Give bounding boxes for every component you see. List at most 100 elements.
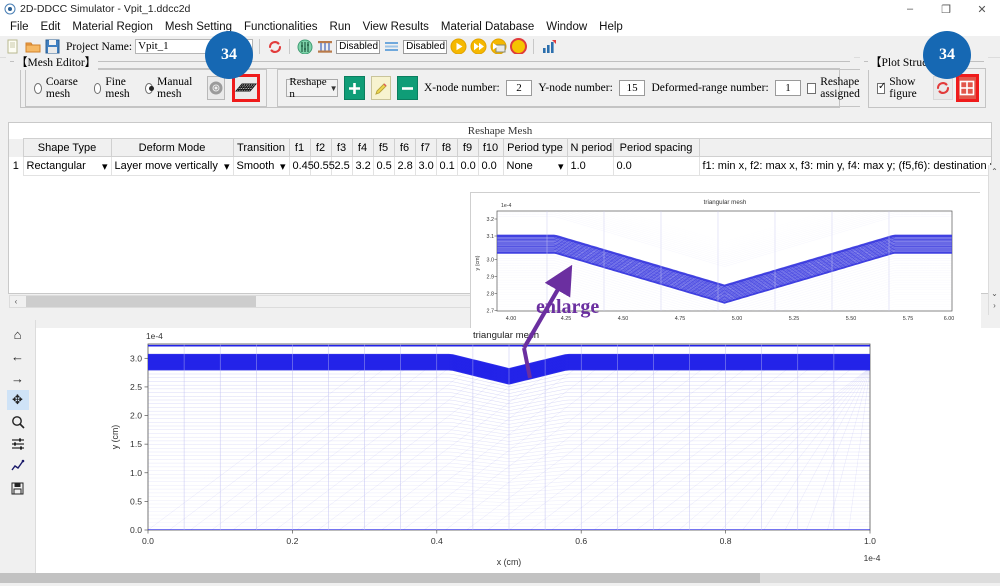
cell-f8[interactable]: 0.1 — [435, 156, 458, 176]
x-node-number-input[interactable]: 2 — [505, 80, 533, 96]
structure-icon[interactable] — [316, 38, 333, 55]
save-disk-icon[interactable] — [44, 38, 61, 55]
menu-item-functionalities[interactable]: Functionalities — [238, 20, 324, 34]
col-f6[interactable]: f6 — [393, 138, 416, 157]
forward-arrow-icon[interactable]: → — [7, 368, 29, 388]
new-file-icon[interactable] — [4, 38, 21, 55]
col-f5[interactable]: f5 — [372, 138, 395, 157]
run-icon[interactable] — [450, 38, 467, 55]
zoom-magnifier-icon[interactable] — [7, 412, 29, 432]
menu-item-material-database[interactable]: Material Database — [435, 20, 540, 34]
col-f2[interactable]: f2 — [309, 138, 332, 157]
col-f8[interactable]: f8 — [435, 138, 458, 157]
configure-subplots-icon[interactable] — [7, 434, 29, 454]
col-f10[interactable]: f10 — [477, 138, 504, 157]
plot-refresh-icon-button[interactable] — [933, 76, 953, 100]
col-deform-mode[interactable]: Deform Mode — [110, 138, 234, 157]
edit-axis-icon[interactable] — [7, 456, 29, 476]
stop-icon[interactable] — [510, 38, 528, 55]
show-figure-checkbox[interactable]: Show figure — [877, 76, 928, 100]
bar-chart-icon[interactable] — [540, 38, 557, 55]
menu-item-help[interactable]: Help — [593, 20, 629, 34]
menu-item-edit[interactable]: Edit — [35, 20, 67, 34]
mesh-tool-icon[interactable] — [296, 38, 313, 55]
window-bottom-scroll-thumb[interactable] — [0, 573, 760, 583]
col-shape-type[interactable]: Shape Type — [22, 138, 112, 157]
menu-item-file[interactable]: File — [4, 20, 35, 34]
col-f9[interactable]: f9 — [456, 138, 479, 157]
main-ytick: 0.0 — [130, 525, 142, 535]
cell-f2[interactable]: 0.55 — [309, 156, 335, 176]
cell-shape-type[interactable]: Rectangular ▾ — [22, 156, 112, 176]
remove-minus-icon-button[interactable] — [397, 76, 418, 100]
layers-status-field[interactable]: Disabled — [403, 39, 448, 54]
y-node-number-input[interactable]: 15 — [618, 80, 646, 96]
col-f3[interactable]: f3 — [330, 138, 353, 157]
cell-f5[interactable]: 0.5 — [372, 156, 395, 176]
run-fast-icon[interactable] — [470, 38, 487, 55]
col-period-type[interactable]: Period type — [502, 138, 568, 157]
menu-item-view-results[interactable]: View Results — [357, 20, 435, 34]
cell-f4[interactable]: 3.2 — [351, 156, 374, 176]
radio-coarse-mesh[interactable]: Coarse mesh — [34, 76, 85, 100]
col-transition[interactable]: Transition — [232, 138, 290, 157]
col-f4[interactable]: f4 — [351, 138, 374, 157]
minimize-button[interactable]: – — [892, 0, 928, 18]
mesh-grid-icon-button[interactable] — [232, 74, 261, 102]
cell-deform-mode[interactable]: Layer move vertically ▾ — [110, 156, 234, 176]
table-row[interactable]: 1 Rectangular ▾ Layer move vertically ▾ Sm… — [9, 156, 991, 176]
cell-n-period[interactable]: 1.0 — [566, 156, 614, 176]
main-ylabel: y (cm) — [110, 425, 120, 449]
scroll-left-icon[interactable]: ‹ — [10, 297, 22, 306]
reshape-mesh-table: Shape Type Deform Mode Transition f1 f2 … — [9, 138, 991, 176]
inset-plot-svg[interactable]: 2.7 2.8 2.9 3.0 3.1 3.2 4.00 4.25 4.50 4… — [471, 193, 981, 341]
col-period-spacing[interactable]: Period spacing — [612, 138, 700, 157]
edit-pencil-icon-button[interactable] — [370, 76, 392, 100]
radio-fine-mesh[interactable]: Fine mesh — [93, 76, 137, 100]
reshape-mode-select[interactable]: Reshape n ▼ — [286, 76, 339, 100]
inset-plot-title: triangular mesh — [704, 199, 747, 206]
close-button[interactable]: ✕ — [964, 0, 1000, 18]
scrollbar-thumb[interactable] — [26, 296, 256, 307]
table-header-row: Shape Type Deform Mode Transition f1 f2 … — [9, 138, 991, 157]
gear-icon-button[interactable] — [206, 76, 226, 100]
grid-view-icon-button[interactable] — [955, 74, 980, 102]
cell-f3[interactable]: 2.5 — [330, 156, 353, 176]
layers-icon[interactable] — [383, 38, 400, 55]
cell-f1[interactable]: 0.45 — [288, 156, 314, 176]
maximize-button[interactable]: ❐ — [928, 0, 964, 18]
main-plot-svg[interactable]: 0.0 0.5 1.0 1.5 2.0 2.5 3.0 0.0 0.2 0.4 0.6 0.8 1.0… — [36, 328, 1000, 583]
menu-item-run[interactable]: Run — [324, 20, 357, 34]
cell-f6[interactable]: 2.8 — [393, 156, 416, 176]
col-f1[interactable]: f1 — [288, 138, 311, 157]
cell-period-type[interactable]: None ▾ — [502, 156, 568, 176]
scroll-down-icon[interactable]: ⌄ — [989, 287, 1000, 299]
col-n-period[interactable]: N period — [566, 138, 614, 157]
cell-f10[interactable]: 0.0 — [477, 156, 504, 176]
menu-item-window[interactable]: Window — [540, 20, 593, 34]
deformed-range-number-input[interactable]: 1 — [774, 80, 802, 96]
save-figure-icon[interactable] — [7, 478, 29, 498]
back-arrow-icon[interactable]: ← — [7, 346, 29, 366]
run-batch-icon[interactable] — [490, 38, 507, 55]
scroll-right-icon[interactable]: › — [989, 299, 1000, 311]
add-plus-icon-button[interactable] — [344, 76, 365, 100]
col-f7[interactable]: f7 — [414, 138, 437, 157]
open-folder-icon[interactable] — [24, 38, 41, 55]
radio-manual-mesh[interactable]: Manual mesh — [145, 76, 198, 100]
main-y-exponent: 1e-4 — [146, 331, 163, 341]
window-bottom-scrollbar[interactable] — [0, 573, 1000, 583]
cell-f7[interactable]: 3.0 — [414, 156, 437, 176]
home-icon[interactable]: ⌂ — [7, 324, 29, 344]
pan-move-icon[interactable]: ✥ — [6, 390, 29, 410]
cell-transition[interactable]: Smooth ▾ — [232, 156, 290, 176]
col-geom[interactable]: Geom — [698, 138, 991, 157]
scroll-up-icon[interactable]: ⌃ — [989, 165, 1000, 177]
refresh-icon[interactable] — [266, 38, 283, 55]
cell-f9[interactable]: 0.0 — [456, 156, 479, 176]
app-icon — [4, 3, 16, 15]
cell-period-spacing[interactable]: 0.0 — [612, 156, 700, 176]
panel-vertical-scrollbar[interactable]: ⌃ ⌄ › — [988, 165, 1000, 315]
structure-status-field[interactable]: Disabled — [336, 39, 381, 54]
menu-item-material-region[interactable]: Material Region — [66, 20, 159, 34]
